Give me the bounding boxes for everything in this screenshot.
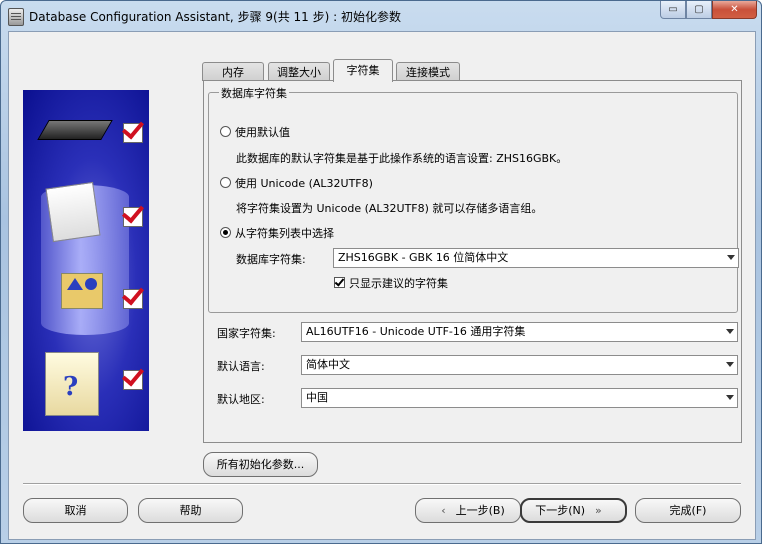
close-button[interactable]: ✕: [712, 1, 757, 19]
tab-sizing[interactable]: 调整大小: [268, 62, 330, 81]
radio-use-unicode-label[interactable]: 使用 Unicode (AL32UTF8): [235, 175, 373, 191]
memory-chip-icon: [37, 120, 113, 140]
back-arrow-icon: ‹: [441, 504, 446, 517]
documents-icon: [45, 181, 101, 243]
national-charset-label: 国家字符集:: [217, 327, 276, 340]
radio-choose-from-list[interactable]: [220, 227, 231, 238]
radio-use-default[interactable]: [220, 126, 231, 137]
tab-memory[interactable]: 内存: [202, 62, 264, 81]
finish-button[interactable]: 完成(F): [635, 498, 741, 523]
window-title: Database Configuration Assistant, 步骤 9(共…: [29, 10, 401, 24]
all-init-params-button[interactable]: 所有初始化参数...: [203, 452, 318, 477]
step-done-check-icon: [123, 289, 143, 309]
chevron-down-icon: [726, 362, 734, 367]
chevron-down-icon: [727, 255, 735, 260]
tab-charset[interactable]: 字符集: [333, 59, 393, 82]
dbca-window: Database Configuration Assistant, 步骤 9(共…: [0, 0, 762, 544]
back-button-label: 上一步(B): [455, 504, 505, 517]
back-button[interactable]: ‹ 上一步(B): [415, 498, 521, 523]
chevron-down-icon: [726, 329, 734, 334]
default-territory-value: 中国: [306, 391, 328, 404]
tab-connection-mode[interactable]: 连接模式: [396, 62, 460, 81]
radio-use-default-label[interactable]: 使用默认值: [235, 124, 290, 140]
step-done-check-icon: [123, 123, 143, 143]
db-charset-label: 数据库字符集:: [236, 253, 306, 266]
default-territory-select[interactable]: 中国: [301, 388, 738, 408]
next-arrow-icon: »: [595, 504, 602, 517]
show-recommended-checkbox[interactable]: [334, 277, 345, 288]
group-legend: 数据库字符集: [219, 85, 289, 101]
next-button-label: 下一步(N): [535, 504, 586, 517]
maximize-button[interactable]: ▢: [686, 1, 712, 19]
db-charset-select[interactable]: ZHS16GBK - GBK 16 位简体中文: [333, 248, 739, 268]
national-charset-select[interactable]: AL16UTF16 - Unicode UTF-16 通用字符集: [301, 322, 738, 342]
default-language-value: 简体中文: [306, 358, 350, 371]
default-language-label: 默认语言:: [217, 360, 265, 373]
window-controls: ▭ ▢ ✕: [660, 1, 757, 21]
unicode-description: 将字符集设置为 Unicode (AL32UTF8) 就可以存储多语言组。: [236, 202, 543, 215]
help-button[interactable]: 帮助: [138, 498, 243, 523]
button-separator: [23, 483, 741, 485]
step-done-check-icon: [123, 370, 143, 390]
radio-use-unicode[interactable]: [220, 177, 231, 188]
minimize-button[interactable]: ▭: [660, 1, 686, 19]
default-language-select[interactable]: 简体中文: [301, 355, 738, 375]
national-charset-value: AL16UTF16 - Unicode UTF-16 通用字符集: [306, 325, 526, 338]
wizard-illustration: ?: [23, 90, 149, 431]
next-button[interactable]: 下一步(N) »: [520, 498, 627, 523]
title-bar[interactable]: Database Configuration Assistant, 步骤 9(共…: [1, 1, 761, 31]
db-charset-value: ZHS16GBK - GBK 16 位简体中文: [338, 251, 509, 264]
chevron-down-icon: [726, 395, 734, 400]
default-territory-label: 默认地区:: [217, 393, 265, 406]
cancel-button[interactable]: 取消: [23, 498, 128, 523]
app-icon: [8, 8, 24, 26]
db-charset-group: 数据库字符集 使用默认值 此数据库的默认字符集是基于此操作系统的语言设置: ZH…: [208, 85, 739, 313]
charset-tab-panel: 数据库字符集 使用默认值 此数据库的默认字符集是基于此操作系统的语言设置: ZH…: [203, 80, 742, 443]
question-mark-icon: ?: [63, 372, 79, 402]
default-description: 此数据库的默认字符集是基于此操作系统的语言设置: ZHS16GBK。: [236, 152, 568, 165]
show-recommended-label[interactable]: 只显示建议的字符集: [349, 275, 448, 291]
shapes-icon: [61, 273, 103, 309]
client-area: ? 内存 调整大小 字符集 连接模式 数据库字符集 使用默认值 此数据库的默认字…: [8, 31, 756, 540]
step-done-check-icon: [123, 207, 143, 227]
radio-choose-from-list-label[interactable]: 从字符集列表中选择: [235, 225, 334, 241]
